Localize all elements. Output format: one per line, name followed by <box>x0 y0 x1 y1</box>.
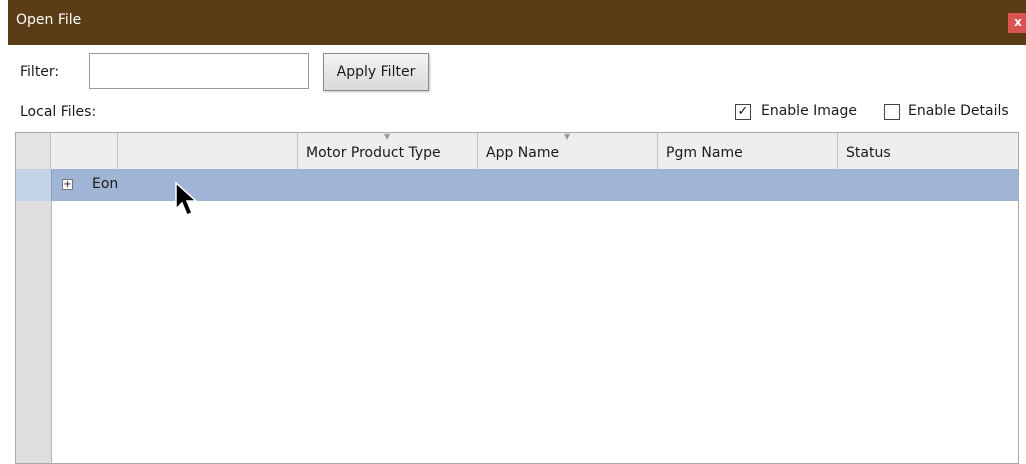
grid-header-row: ▼ Motor Product Type ▼ App Name Pgm Name… <box>16 133 1018 170</box>
column-header-expander[interactable] <box>51 133 118 169</box>
sort-arrow-icon: ▼ <box>384 132 391 141</box>
enable-details-label[interactable]: Enable Details <box>908 103 1009 119</box>
local-files-grid[interactable]: ▼ Motor Product Type ▼ App Name Pgm Name… <box>15 132 1019 464</box>
column-header-motor-product-type[interactable]: ▼ Motor Product Type <box>298 133 478 169</box>
mouse-pointer-icon <box>175 182 198 216</box>
checkmark-icon: ✓ <box>737 104 749 119</box>
filter-label: Filter: <box>20 64 60 80</box>
column-header-label: App Name <box>486 145 560 161</box>
apply-filter-button[interactable]: Apply Filter <box>323 53 429 91</box>
column-header-status[interactable]: Status <box>838 133 1018 169</box>
close-button[interactable]: x <box>1008 13 1026 33</box>
column-header-name[interactable] <box>118 133 298 169</box>
column-header-pgm-name[interactable]: Pgm Name <box>658 133 838 169</box>
enable-image-checkbox[interactable]: ✓ <box>735 104 751 120</box>
close-icon: x <box>1014 15 1022 29</box>
local-files-label: Local Files: <box>20 104 97 120</box>
sort-arrow-icon: ▼ <box>564 132 571 141</box>
table-row[interactable]: + Eon <box>16 169 1018 201</box>
window-title: Open File <box>16 12 82 28</box>
filter-input[interactable] <box>89 53 309 89</box>
expand-plus-icon[interactable]: + <box>62 179 73 190</box>
enable-image-label[interactable]: Enable Image <box>761 103 857 119</box>
row-header-cell[interactable] <box>16 169 52 201</box>
title-bar: Open File x <box>8 0 1026 45</box>
column-header-label: Motor Product Type <box>306 145 441 161</box>
column-header-app-name[interactable]: ▼ App Name <box>478 133 658 169</box>
enable-details-checkbox[interactable] <box>884 104 900 120</box>
row-label: Eon <box>92 176 119 192</box>
corner-header-cell <box>16 133 51 169</box>
